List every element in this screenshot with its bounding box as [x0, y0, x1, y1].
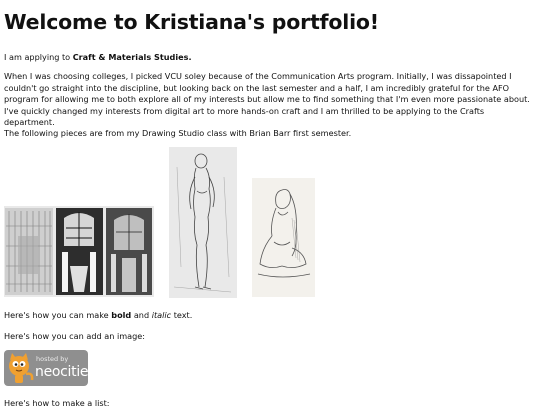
- list-intro-paragraph: Here's how to make a list:: [4, 398, 110, 408]
- italic-word: italic: [151, 310, 172, 320]
- apply-paragraph: I am applying to Craft & Materials Studi…: [4, 52, 534, 64]
- hosted-by-neocities-badge[interactable]: hosted by neocities: [4, 350, 88, 386]
- formatting-middle: and: [131, 310, 152, 320]
- formatting-prefix: Here's how you can make: [4, 310, 112, 320]
- program-name: Craft & Materials Studies.: [72, 52, 192, 62]
- artwork-standing-figure-image: [169, 147, 237, 298]
- page-title: Welcome to Kristiana's portfolio!: [4, 10, 379, 34]
- artwork-interiors-image: [4, 206, 154, 297]
- formatting-paragraph: Here's how you can make bold and italic …: [4, 310, 534, 322]
- bold-word: bold: [111, 310, 132, 320]
- neocities-cat-icon: [9, 353, 34, 383]
- image-intro-paragraph: Here's how you can add an image:: [4, 331, 145, 341]
- pieces-intro-paragraph: The following pieces are from my Drawing…: [4, 128, 352, 138]
- artwork-seated-figure-image: [252, 178, 315, 297]
- apply-prefix: I am applying to: [4, 52, 73, 62]
- intro-paragraph: When I was choosing colleges, I picked V…: [4, 71, 530, 128]
- formatting-suffix: text.: [171, 310, 193, 320]
- badge-brand-text: neocities: [35, 364, 88, 380]
- badge-hosted-text: hosted by: [36, 355, 69, 363]
